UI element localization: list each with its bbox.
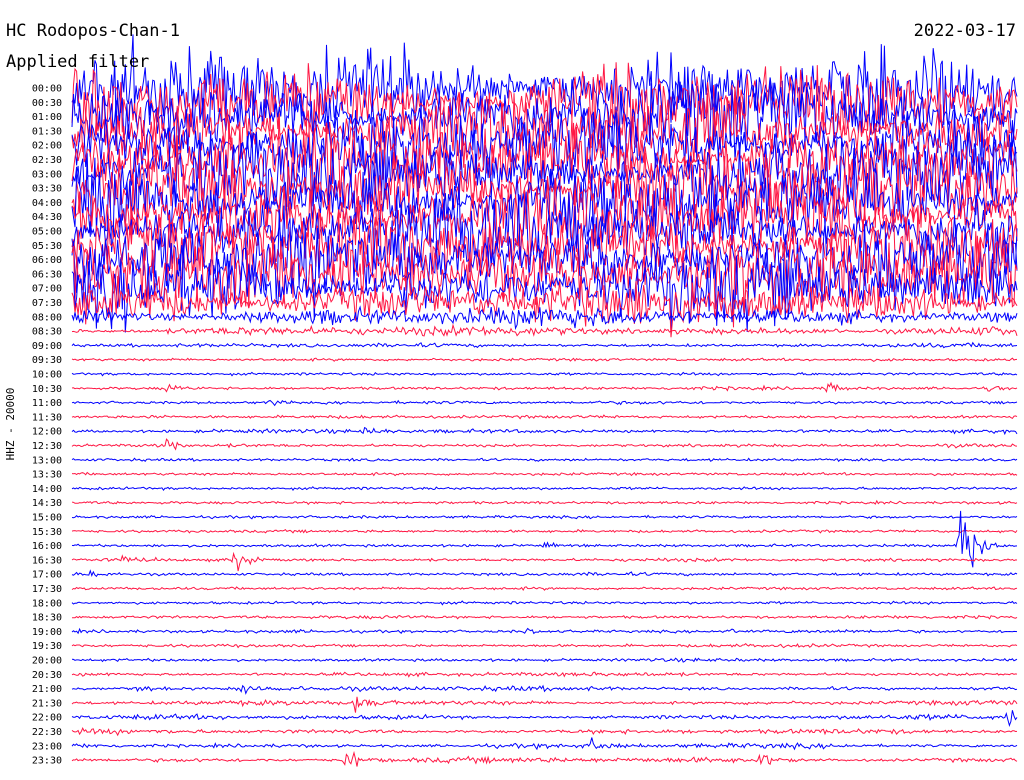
time-label: 13:30 xyxy=(32,470,62,481)
trace-row-1430 xyxy=(71,499,1018,506)
time-label: 01:30 xyxy=(32,126,62,137)
time-label: 11:00 xyxy=(32,398,62,409)
time-label: 05:00 xyxy=(32,227,62,238)
time-label: 08:00 xyxy=(32,312,62,323)
time-label: 17:00 xyxy=(32,570,62,581)
station-title: HC Rodopos-Chan-1 xyxy=(6,21,180,41)
time-label: 16:00 xyxy=(32,541,62,552)
time-label: 18:00 xyxy=(32,598,62,609)
y-axis-label: HHZ - 20000 xyxy=(4,388,17,461)
time-label: 03:00 xyxy=(32,169,62,180)
trace-row-1200 xyxy=(71,426,1018,436)
time-label: 12:00 xyxy=(32,427,62,438)
trace-row-1130 xyxy=(71,414,1018,420)
trace-row-1100 xyxy=(71,399,1018,407)
time-label: 10:30 xyxy=(32,384,62,395)
seismic-traces xyxy=(71,34,1018,767)
time-label: 00:30 xyxy=(32,98,62,109)
trace-row-1900 xyxy=(71,627,1018,635)
time-label: 16:30 xyxy=(32,555,62,566)
time-label: 19:00 xyxy=(32,627,62,638)
trace-row-1630 xyxy=(71,551,1018,572)
time-label: 10:00 xyxy=(32,370,62,381)
time-label: 09:00 xyxy=(32,341,62,352)
trace-row-2330 xyxy=(71,750,1018,767)
time-label: 23:00 xyxy=(32,741,62,752)
trace-row-1800 xyxy=(71,600,1018,606)
time-label: 20:30 xyxy=(32,670,62,681)
trace-row-0900 xyxy=(71,341,1018,349)
trace-row-1700 xyxy=(71,569,1018,578)
time-label: 12:30 xyxy=(32,441,62,452)
time-label: 06:00 xyxy=(32,255,62,266)
time-label: 02:00 xyxy=(32,141,62,152)
time-label: 15:00 xyxy=(32,513,62,524)
trace-row-2130 xyxy=(71,696,1018,713)
time-label: 00:00 xyxy=(32,84,62,95)
time-label: 08:30 xyxy=(32,327,62,338)
filter-note: Applied filter xyxy=(6,52,149,72)
trace-row-1530 xyxy=(71,528,1018,534)
trace-row-2200 xyxy=(71,710,1018,728)
time-label: 22:30 xyxy=(32,727,62,738)
time-label: 07:30 xyxy=(32,298,62,309)
time-label: 22:00 xyxy=(32,713,62,724)
trace-row-1000 xyxy=(71,371,1018,377)
time-label: 11:30 xyxy=(32,412,62,423)
time-axis-labels: 00:00 00:30 01:00 01:30 02:00 02:30 03:00 03:30… xyxy=(32,84,62,767)
time-label: 04:00 xyxy=(32,198,62,209)
time-label: 13:00 xyxy=(32,455,62,466)
time-label: 09:30 xyxy=(32,355,62,366)
trace-row-1330 xyxy=(71,471,1018,477)
trace-row-2300 xyxy=(71,737,1018,751)
time-label: 21:30 xyxy=(32,698,62,709)
time-label: 07:00 xyxy=(32,284,62,295)
time-label: 14:00 xyxy=(32,484,62,495)
time-label: 21:00 xyxy=(32,684,62,695)
time-label: 02:30 xyxy=(32,155,62,166)
trace-row-1030 xyxy=(71,381,1018,393)
trace-row-1830 xyxy=(71,614,1018,620)
time-label: 14:30 xyxy=(32,498,62,509)
trace-row-1500 xyxy=(71,514,1018,520)
time-label: 19:30 xyxy=(32,641,62,652)
plot-date: 2022-03-17 xyxy=(914,21,1016,41)
trace-row-2100 xyxy=(71,684,1018,695)
trace-row-1930 xyxy=(71,643,1018,649)
time-label: 18:30 xyxy=(32,613,62,624)
time-label: 15:30 xyxy=(32,527,62,538)
trace-row-1230 xyxy=(71,438,1018,451)
trace-row-2230 xyxy=(71,727,1018,737)
trace-row-2000 xyxy=(71,657,1018,663)
trace-row-2030 xyxy=(71,671,1018,678)
time-label: 01:00 xyxy=(32,112,62,123)
time-label: 06:30 xyxy=(32,269,62,280)
time-label: 17:30 xyxy=(32,584,62,595)
trace-row-1730 xyxy=(71,586,1018,591)
trace-row-1400 xyxy=(71,486,1018,491)
trace-row-0830 xyxy=(71,323,1018,337)
trace-row-1300 xyxy=(71,457,1018,463)
time-label: 05:30 xyxy=(32,241,62,252)
time-label: 20:00 xyxy=(32,656,62,667)
trace-row-0930 xyxy=(71,357,1018,363)
time-label: 03:30 xyxy=(32,184,62,195)
time-label: 23:30 xyxy=(32,756,62,767)
time-label: 04:30 xyxy=(32,212,62,223)
helicorder-plot: 00:00 00:30 01:00 01:30 02:00 02:30 03:00 03:30… xyxy=(4,21,1018,767)
trace-row-1600 xyxy=(71,510,1018,568)
